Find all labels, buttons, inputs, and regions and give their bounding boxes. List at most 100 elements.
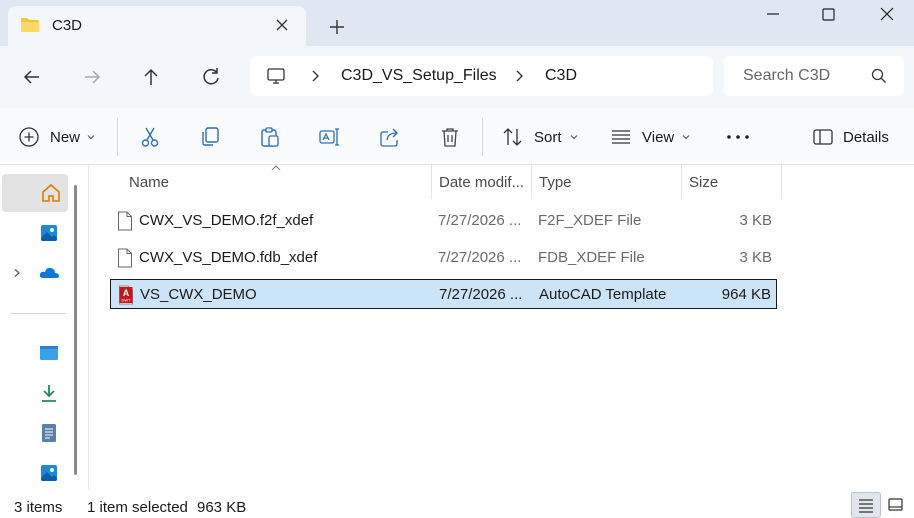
sidebar-item-documents[interactable] (0, 414, 66, 452)
table-row-selected[interactable]: A DWT VS_CWX_DEMO 7/27/2026 ... AutoCAD … (110, 279, 777, 309)
chevron-right-icon[interactable] (12, 268, 22, 278)
close-icon[interactable] (272, 15, 292, 35)
cut-button[interactable] (138, 124, 162, 150)
details-label: Details (843, 128, 889, 146)
this-pc-icon (267, 68, 285, 84)
file-list: Name Date modif... Type Size CWX_VS_DEMO… (89, 165, 914, 490)
search-box[interactable]: Search C3D (724, 56, 904, 96)
close-icon[interactable] (872, 4, 902, 26)
address-bar[interactable]: C3D_VS_Setup_Files C3D (250, 56, 713, 96)
sidebar-item-onedrive[interactable] (0, 254, 66, 292)
new-button[interactable]: New (18, 124, 96, 150)
item-count: 3 items (14, 499, 63, 516)
folder-icon (21, 18, 39, 32)
search-input[interactable]: Search C3D (743, 67, 830, 85)
file-date: 7/27/2026 ... (439, 286, 523, 303)
tiles-view-icon (888, 498, 903, 511)
column-header-date[interactable]: Date modif... (432, 165, 531, 199)
maximize-icon[interactable] (813, 4, 843, 26)
sidebar-item-desktop[interactable] (0, 334, 66, 372)
file-date: 7/27/2026 ... (438, 249, 522, 266)
rename-button[interactable] (318, 124, 342, 150)
view-icon (612, 130, 630, 144)
file-size: 3 KB (739, 212, 772, 229)
sidebar-item-gallery[interactable] (0, 214, 66, 252)
tab-c3d[interactable]: C3D (8, 6, 306, 46)
table-row[interactable]: CWX_VS_DEMO.f2f_xdef 7/27/2026 ... F2F_X… (110, 206, 777, 236)
table-row[interactable]: CWX_VS_DEMO.fdb_xdef 7/27/2026 ... FDB_X… (110, 243, 777, 273)
sidebar-scrollbar[interactable] (74, 185, 77, 475)
sort-button[interactable]: Sort (502, 124, 579, 150)
delete-button[interactable] (438, 124, 462, 150)
autocad-badge: DWT (121, 298, 131, 303)
sidebar-item-pictures[interactable] (0, 454, 66, 492)
sort-icon (503, 128, 522, 146)
paste-button[interactable] (258, 124, 282, 150)
rename-icon (319, 128, 339, 146)
selection-count: 1 item selected (87, 499, 188, 516)
file-size: 3 KB (739, 249, 772, 266)
file-type: AutoCAD Template (539, 286, 667, 303)
column-divider[interactable] (781, 165, 782, 199)
sidebar-divider (10, 313, 66, 314)
command-bar: New Sort View Details (0, 108, 914, 165)
chevron-down-icon (87, 135, 95, 140)
cut-icon (141, 127, 159, 147)
more-button[interactable] (725, 124, 751, 150)
new-label: New (50, 128, 81, 146)
copy-icon (202, 127, 219, 146)
column-date-label: Date modif... (439, 174, 525, 191)
refresh-icon[interactable] (198, 64, 224, 90)
autocad-template-icon: A DWT (119, 285, 133, 305)
file-type: F2F_XDEF File (538, 212, 642, 229)
home-icon (42, 183, 60, 202)
column-header-type[interactable]: Type (532, 165, 681, 199)
file-name: VS_CWX_DEMO (140, 286, 257, 303)
file-name: CWX_VS_DEMO.f2f_xdef (139, 212, 314, 229)
file-size: 964 KB (721, 286, 771, 303)
toolbar-divider (482, 118, 483, 156)
up-arrow-icon[interactable] (138, 64, 164, 90)
plus-icon[interactable] (326, 16, 348, 38)
chevron-down-icon (570, 135, 577, 140)
breadcrumb-c3d-vs-setup-files[interactable]: C3D_VS_Setup_Files (341, 67, 497, 85)
more-icon (727, 135, 749, 139)
toolbar-divider (117, 118, 118, 156)
paste-icon (261, 127, 279, 147)
share-icon (380, 128, 398, 147)
gallery-icon (41, 225, 57, 241)
forward-arrow-icon[interactable] (79, 64, 105, 90)
onedrive-icon (39, 267, 59, 278)
minimize-icon[interactable] (758, 4, 788, 26)
sidebar-item-downloads[interactable] (0, 374, 66, 412)
file-name: CWX_VS_DEMO.fdb_xdef (139, 249, 318, 266)
documents-icon (42, 424, 56, 442)
back-arrow-icon[interactable] (19, 64, 45, 90)
file-date: 7/27/2026 ... (438, 212, 522, 229)
share-button[interactable] (378, 124, 402, 150)
view-label: View (642, 128, 675, 146)
details-view-button[interactable] (851, 492, 881, 518)
new-icon (19, 127, 39, 147)
column-type-label: Type (539, 174, 572, 191)
autocad-letter: A (123, 288, 130, 298)
pictures-icon (41, 465, 57, 481)
copy-button[interactable] (198, 124, 222, 150)
search-icon[interactable] (870, 67, 888, 85)
details-button[interactable]: Details (812, 124, 889, 150)
chevron-right-icon[interactable] (308, 67, 322, 85)
title-bar: C3D (0, 0, 914, 46)
column-header-name[interactable]: Name (120, 165, 430, 199)
column-name-label: Name (129, 174, 170, 191)
sidebar-item-home[interactable] (2, 174, 68, 212)
status-bar: 3 items 1 item selected 963 KB (0, 490, 914, 518)
column-size-label: Size (689, 174, 719, 191)
view-button[interactable]: View (610, 124, 691, 150)
file-type: FDB_XDEF File (538, 249, 645, 266)
column-header-size[interactable]: Size (682, 165, 781, 199)
chevron-right-icon[interactable] (512, 67, 526, 85)
selection-size: 963 KB (197, 499, 247, 516)
tiles-view-button[interactable] (882, 492, 912, 518)
breadcrumb-c3d[interactable]: C3D (545, 67, 577, 85)
desktop-icon (40, 346, 58, 360)
